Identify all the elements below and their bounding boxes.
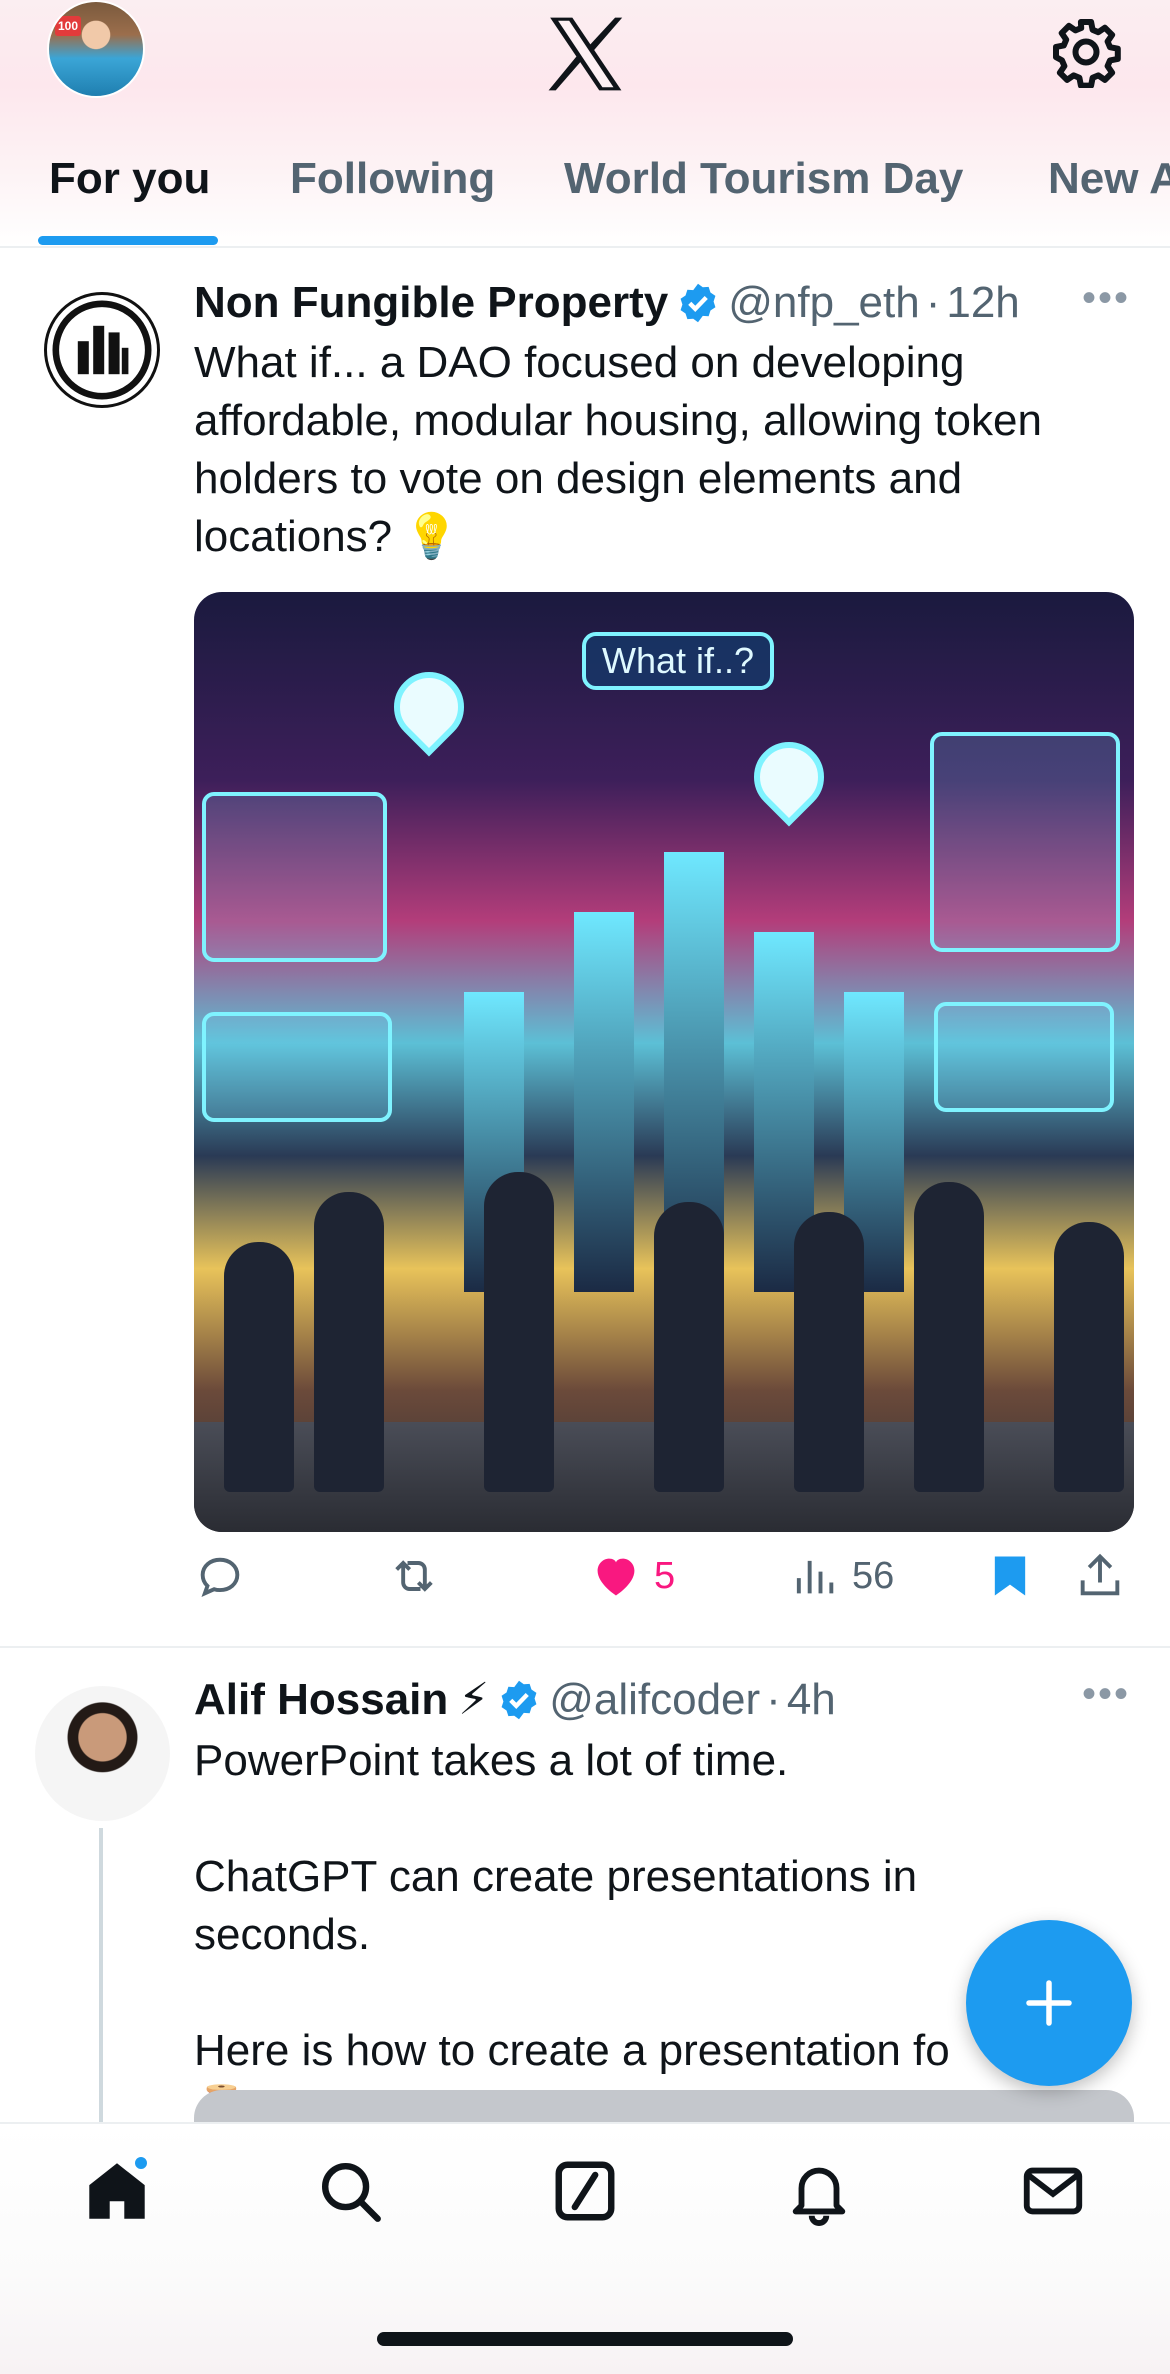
like-button[interactable]: 5 <box>590 1550 675 1602</box>
repost-button[interactable] <box>388 1550 452 1602</box>
verified-badge-icon <box>680 283 716 323</box>
author-handle[interactable]: @alifcoder <box>549 1675 760 1725</box>
separator-dot: · <box>766 1674 781 1724</box>
reply-button[interactable] <box>194 1550 258 1602</box>
timeline-tabs: For you Following World Tourism Day New … <box>0 140 1170 248</box>
person-figure <box>484 1172 554 1492</box>
author-handle[interactable]: @nfp_eth <box>728 278 919 328</box>
tweet-text: PowerPoint takes a lot of time. ChatGPT … <box>194 1736 950 2133</box>
search-icon[interactable] <box>315 2156 385 2226</box>
bell-icon[interactable] <box>784 2156 854 2226</box>
location-pin-icon <box>379 657 479 757</box>
profile-avatar[interactable]: 100 <box>47 0 145 98</box>
active-tab-indicator <box>38 236 218 245</box>
tab-following[interactable]: Following <box>290 154 495 204</box>
home-indicator[interactable] <box>377 2332 793 2346</box>
bookmark-button[interactable] <box>984 1550 1036 1602</box>
mail-icon[interactable] <box>1018 2156 1088 2226</box>
tweet-text: What if... a DAO focused on developing a… <box>194 338 1055 561</box>
analytics-icon <box>796 1560 834 1594</box>
person-figure <box>654 1202 724 1492</box>
plus-icon <box>1026 1980 1072 2026</box>
hologram-panel <box>930 732 1120 952</box>
tweet-image[interactable]: What if..? <box>194 592 1134 1532</box>
repost-icon <box>395 1560 433 1592</box>
grok-icon[interactable] <box>550 2156 620 2226</box>
location-pin-icon <box>739 727 839 827</box>
tweet-time[interactable]: 4h <box>787 1675 836 1725</box>
tab-for-you[interactable]: For you <box>49 154 210 204</box>
thread-connector <box>99 1828 103 2128</box>
tweet-card[interactable]: Non Fungible Property @nfp_eth · 12h •••… <box>0 250 1170 1648</box>
gear-icon[interactable] <box>1050 16 1122 88</box>
author-avatar[interactable] <box>35 1686 170 1821</box>
person-figure <box>794 1212 864 1492</box>
author-name[interactable]: Non Fungible Property <box>194 278 668 328</box>
views-count: 56 <box>852 1554 895 1597</box>
tab-world-tourism-day[interactable]: World Tourism Day <box>564 154 963 204</box>
tweet-time[interactable]: 12h <box>946 278 1019 328</box>
top-header: 100 For you Following World Tourism Day … <box>0 0 1170 248</box>
heart-icon <box>597 1558 635 1596</box>
person-figure <box>914 1182 984 1492</box>
share-icon <box>1080 1553 1120 1596</box>
lightning-emoji: ⚡ <box>458 1675 490 1724</box>
more-options-icon[interactable]: ••• <box>1082 276 1130 321</box>
tab-new[interactable]: New A <box>1048 154 1170 204</box>
reply-icon <box>200 1557 240 1597</box>
verified-badge-icon <box>501 1680 537 1719</box>
person-figure <box>1054 1222 1124 1492</box>
bookmark-icon <box>994 1556 1026 1596</box>
person-figure <box>224 1242 294 1492</box>
hologram-panel <box>202 1012 392 1122</box>
share-button[interactable] <box>1074 1550 1126 1602</box>
x-logo-icon[interactable] <box>545 16 625 92</box>
like-count: 5 <box>654 1554 676 1597</box>
avatar-badge: 100 <box>55 16 81 36</box>
hologram-panel <box>934 1002 1114 1112</box>
tweet-actions: 5 56 <box>194 1550 1134 1620</box>
compose-post-button[interactable] <box>966 1920 1132 2086</box>
more-options-icon[interactable]: ••• <box>1082 1672 1130 1717</box>
tweet-header: Alif Hossain ⚡ @alifcoder · 4h <box>194 1674 836 1725</box>
author-name[interactable]: Alif Hossain <box>194 1675 448 1725</box>
tweet-header: Non Fungible Property @nfp_eth · 12h <box>194 278 1020 328</box>
image-caption-bubble: What if..? <box>582 632 775 690</box>
separator-dot: · <box>925 278 941 327</box>
new-posts-dot <box>132 2154 150 2172</box>
building <box>574 912 634 1292</box>
person-figure <box>314 1192 384 1492</box>
author-avatar[interactable] <box>44 292 160 408</box>
views-button[interactable]: 56 <box>788 1550 894 1602</box>
hologram-panel <box>202 792 387 962</box>
